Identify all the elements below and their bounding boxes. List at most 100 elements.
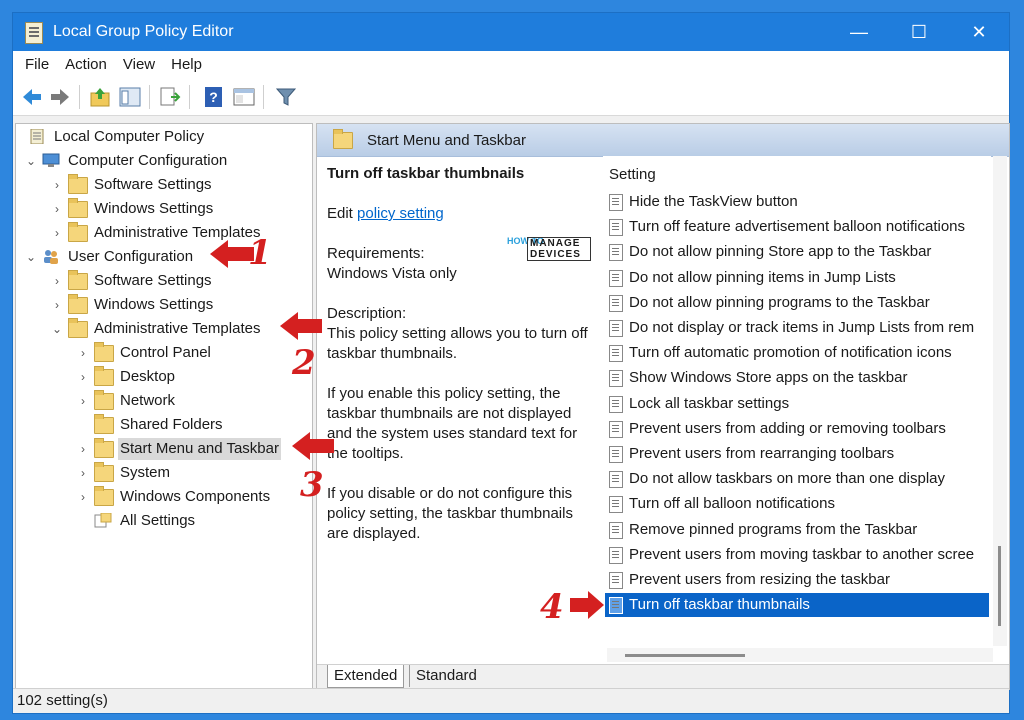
setting-row[interactable]: Remove pinned programs from the Taskbar <box>605 518 989 542</box>
toolbar: ? <box>13 79 1009 116</box>
step-3-number: 3 <box>300 465 324 505</box>
minimize-button[interactable]: — <box>829 13 889 51</box>
policy-setting-icon <box>609 395 623 413</box>
folder-icon <box>94 414 114 434</box>
setting-row[interactable]: Do not allow pinning items in Jump Lists <box>605 266 989 290</box>
collapsed-chevron-icon[interactable]: › <box>50 222 64 244</box>
collapsed-chevron-icon[interactable]: › <box>76 390 90 412</box>
show-hide-tree-icon[interactable] <box>119 86 141 108</box>
scroll-thumb[interactable] <box>998 546 1001 626</box>
status-text: 102 setting(s) <box>17 692 108 709</box>
menu-action[interactable]: Action <box>57 51 115 79</box>
collapsed-chevron-icon[interactable]: › <box>50 294 64 316</box>
setting-row-label: Prevent users from resizing the taskbar <box>629 571 890 588</box>
collapsed-chevron-icon[interactable]: › <box>76 438 90 460</box>
policy-setting-icon <box>609 294 623 312</box>
collapsed-chevron-icon[interactable]: › <box>50 270 64 292</box>
settings-vertical-scrollbar[interactable] <box>993 156 1007 646</box>
up-folder-icon[interactable] <box>89 86 111 108</box>
setting-row-label: Turn off all balloon notifications <box>629 495 835 513</box>
all-settings-icon <box>94 513 112 528</box>
policy-setting-link[interactable]: policy setting <box>357 205 444 222</box>
policy-setting-icon <box>609 521 623 539</box>
setting-row[interactable]: Prevent users from resizing the taskbar <box>605 568 989 592</box>
setting-row[interactable]: Prevent users from moving taskbar to ano… <box>605 543 989 567</box>
menu-help[interactable]: Help <box>163 51 210 79</box>
collapsed-chevron-icon[interactable]: › <box>76 366 90 388</box>
collapsed-chevron-icon[interactable]: › <box>50 174 64 196</box>
setting-row[interactable]: Prevent users from adding or removing to… <box>605 417 989 441</box>
setting-row-label: Do not allow pinning Store app to the Ta… <box>629 243 932 261</box>
export-list-icon[interactable] <box>159 86 181 108</box>
setting-row[interactable]: Turn off all balloon notifications <box>605 492 989 516</box>
settings-horizontal-scrollbar[interactable] <box>607 648 993 662</box>
setting-row[interactable]: Lock all taskbar settings <box>605 392 989 416</box>
policy-setting-icon <box>609 420 623 438</box>
menu-bar: File Action View Help <box>13 51 1009 79</box>
setting-row[interactable]: Show Windows Store apps on the taskbar <box>605 366 989 390</box>
back-arrow-icon[interactable] <box>21 86 43 108</box>
title-bar: Local Group Policy Editor — ☐ ✕ <box>13 13 1009 51</box>
scroll-thumb[interactable] <box>625 654 745 657</box>
toolbar-separator <box>79 85 80 109</box>
setting-row[interactable]: Do not allow pinning programs to the Tas… <box>605 291 989 315</box>
tab-extended[interactable]: Extended <box>327 665 405 688</box>
properties-icon[interactable] <box>233 86 255 108</box>
expanded-chevron-icon[interactable]: ⌄ <box>24 246 38 268</box>
setting-row[interactable]: Do not allow taskbars on more than one d… <box>605 467 989 491</box>
forward-arrow-icon[interactable] <box>49 86 71 108</box>
policy-setting-icon <box>609 496 623 514</box>
folder-icon <box>94 486 114 506</box>
folder-icon <box>68 198 88 218</box>
description-enabled-text: If you enable this policy setting, the t… <box>327 385 578 462</box>
setting-row-label: Hide the TaskView button <box>629 193 798 210</box>
policy-setting-icon <box>609 572 623 589</box>
close-button[interactable]: ✕ <box>949 13 1009 51</box>
filter-icon[interactable] <box>275 86 297 108</box>
setting-row[interactable]: Do not allow pinning Store app to the Ta… <box>605 240 989 264</box>
step-1-number: 1 <box>248 233 272 273</box>
toolbar-separator <box>189 85 190 109</box>
howto-watermark-logo: HOW TO MANAGE DEVICES <box>507 236 591 262</box>
menu-file[interactable]: File <box>17 51 57 79</box>
setting-row[interactable]: Hide the TaskView button <box>605 190 989 214</box>
help-icon[interactable]: ? <box>203 86 225 108</box>
folder-icon <box>68 270 88 290</box>
expanded-chevron-icon[interactable]: ⌄ <box>24 150 38 172</box>
policy-setting-icon <box>609 345 623 363</box>
description-disabled-text: If you disable or do not configure this … <box>327 485 573 542</box>
setting-row-label: Lock all taskbar settings <box>629 394 790 412</box>
requirements-label: Requirements: <box>327 245 425 262</box>
console-tree[interactable]: Local Computer Policy ⌄ Computer Configu… <box>15 123 313 690</box>
setting-row-label: Prevent users from moving taskbar to ano… <box>629 545 975 563</box>
setting-row-label: Do not allow pinning programs to the Tas… <box>629 293 930 311</box>
folder-icon <box>68 294 88 314</box>
setting-row-label: Turn off feature advertisement balloon n… <box>629 218 966 236</box>
setting-row[interactable]: Prevent users from rearranging toolbars <box>605 442 989 466</box>
setting-row[interactable]: Turn off taskbar thumbnails <box>605 593 989 618</box>
setting-row[interactable]: Turn off feature advertisement balloon n… <box>605 215 989 239</box>
svg-text:?: ? <box>209 89 218 105</box>
setting-row-label: Do not allow taskbars on more than one d… <box>629 470 946 488</box>
folder-icon <box>333 129 353 149</box>
policy-setting-icon <box>609 194 623 211</box>
watermark-manage-devices: MANAGE DEVICES <box>527 237 591 261</box>
tab-standard[interactable]: Standard <box>409 665 483 687</box>
collapsed-chevron-icon[interactable]: › <box>76 342 90 364</box>
menu-view[interactable]: View <box>115 51 163 79</box>
collapsed-chevron-icon[interactable]: › <box>50 198 64 220</box>
expanded-chevron-icon[interactable]: ⌄ <box>50 318 64 340</box>
setting-row-label: Do not allow pinning items in Jump Lists <box>629 268 896 286</box>
setting-row-label: Show Windows Store apps on the taskbar <box>629 369 908 387</box>
maximize-button[interactable]: ☐ <box>889 13 949 51</box>
collapsed-chevron-icon[interactable]: › <box>76 462 90 484</box>
setting-column-header[interactable]: Setting <box>609 166 656 183</box>
settings-list[interactable]: Setting Hide the TaskView button Turn off… <box>603 156 991 646</box>
setting-row[interactable]: Turn off automatic promotion of notifica… <box>605 341 989 365</box>
setting-row-label: Remove pinned programs from the Taskbar <box>629 520 918 538</box>
details-header: Start Menu and Taskbar <box>317 124 1009 157</box>
setting-row[interactable]: Do not display or track items in Jump Li… <box>605 316 989 340</box>
collapsed-chevron-icon[interactable]: › <box>76 486 90 508</box>
policy-setting-icon <box>609 446 623 463</box>
setting-title: Turn off taskbar thumbnails <box>327 165 525 182</box>
